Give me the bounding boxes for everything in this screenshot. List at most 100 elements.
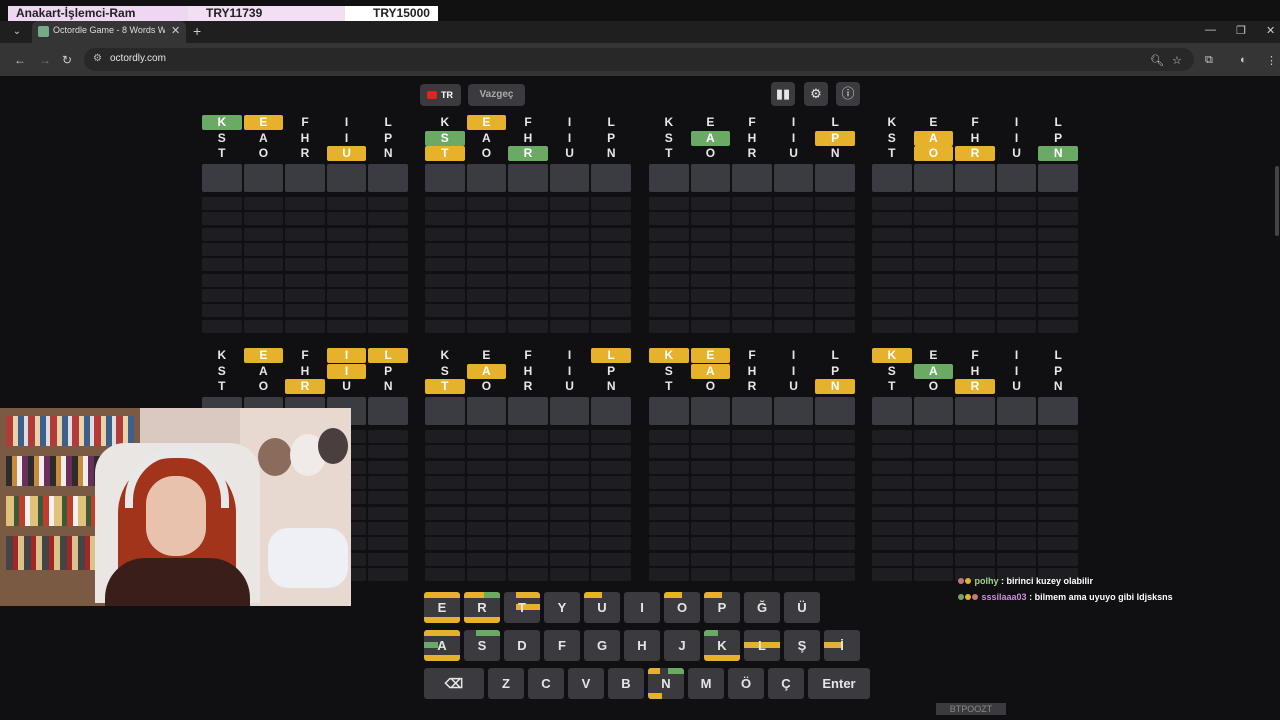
empty-tile: [549, 243, 590, 257]
key-m[interactable]: M: [688, 668, 724, 699]
empty-tile: [326, 273, 367, 287]
empty-tile: [549, 212, 590, 226]
key-u[interactable]: U: [584, 592, 620, 623]
letter-tile: S: [664, 363, 673, 378]
backspace-key[interactable]: ⌫: [424, 668, 484, 699]
key-ö[interactable]: Ö: [728, 668, 764, 699]
tab-search-icon[interactable]: ⌄: [10, 25, 24, 39]
letter-tile: R: [747, 379, 757, 394]
key-y[interactable]: Y: [544, 592, 580, 623]
empty-tile: [466, 521, 507, 535]
empty-tile: [1038, 460, 1078, 474]
key-a[interactable]: A: [424, 630, 460, 661]
letter-tile: I: [1014, 115, 1019, 129]
empty-tile: [466, 397, 507, 426]
bar-chart-icon[interactable]: ▮▮: [771, 82, 795, 106]
letter-tile: A: [482, 130, 491, 145]
give-up-button[interactable]: Vazgeç: [468, 84, 525, 106]
key-k[interactable]: K: [704, 630, 740, 661]
key-l[interactable]: L: [744, 630, 780, 661]
menu-dots-icon[interactable]: ⋮: [1266, 54, 1277, 67]
key-ğ[interactable]: Ğ: [744, 592, 780, 623]
key-t[interactable]: T: [504, 592, 540, 623]
empty-tile: [466, 430, 507, 444]
empty-tile: [466, 243, 507, 257]
empty-row: [649, 197, 855, 211]
key-s[interactable]: S: [464, 630, 500, 661]
key-j[interactable]: J: [664, 630, 700, 661]
new-tab-icon[interactable]: +: [193, 23, 201, 39]
key-i[interactable]: I: [624, 592, 660, 623]
key-g[interactable]: G: [584, 630, 620, 661]
key-r[interactable]: R: [464, 592, 500, 623]
key-i̇[interactable]: İ: [824, 630, 860, 661]
empty-tile: [996, 476, 1037, 490]
empty-tile: [202, 319, 242, 333]
empty-tile: [732, 227, 772, 241]
empty-tile: [955, 288, 995, 302]
key-d[interactable]: D: [504, 630, 540, 661]
key-ş[interactable]: Ş: [784, 630, 820, 661]
key-ü[interactable]: Ü: [784, 592, 820, 623]
profile-icon[interactable]: ◐: [1240, 54, 1247, 66]
empty-tile: [591, 304, 631, 318]
empty-tile: [690, 445, 731, 459]
key-o[interactable]: O: [664, 592, 700, 623]
extensions-icon[interactable]: ⧉: [1205, 54, 1213, 67]
key-n[interactable]: N: [648, 668, 684, 699]
minimize-icon[interactable]: —: [1205, 24, 1216, 36]
key-e[interactable]: E: [424, 592, 460, 623]
empty-tile: [368, 304, 408, 318]
key-z[interactable]: Z: [488, 668, 524, 699]
back-icon[interactable]: ←: [14, 53, 26, 67]
empty-row: [872, 430, 1078, 444]
letter-tile: P: [831, 363, 840, 378]
scrollbar[interactable]: [1275, 166, 1279, 236]
key-v[interactable]: V: [568, 668, 604, 699]
bookmark-star-icon[interactable]: ☆: [1172, 54, 1182, 67]
empty-tile: [815, 506, 855, 520]
empty-tile: [649, 288, 689, 302]
close-window-icon[interactable]: ✕: [1266, 24, 1275, 37]
badge-icon: [965, 578, 971, 584]
empty-tile: [285, 212, 325, 226]
zoom-icon[interactable]: 🔍︎: [1150, 54, 1164, 67]
empty-row: [872, 319, 1078, 333]
url-field[interactable]: ⚙ octordly.com: [84, 48, 1194, 71]
empty-tile: [996, 430, 1037, 444]
info-icon[interactable]: ⓘ: [836, 82, 860, 106]
empty-tile: [913, 552, 954, 566]
key-h[interactable]: H: [624, 630, 660, 661]
empty-row: [649, 258, 855, 272]
key-ç[interactable]: Ç: [768, 668, 804, 699]
empty-tile: [368, 552, 408, 566]
restore-icon[interactable]: ❐: [1236, 24, 1246, 37]
letter-tile: H: [970, 363, 980, 378]
empty-tile: [690, 227, 731, 241]
empty-tile: [368, 445, 408, 459]
letter-tile: N: [815, 379, 855, 395]
empty-tile: [368, 506, 408, 520]
key-b[interactable]: B: [608, 668, 644, 699]
close-tab-icon[interactable]: ✕: [171, 24, 180, 37]
reload-icon[interactable]: ↻: [62, 53, 72, 67]
empty-tile: [202, 197, 242, 211]
empty-tile: [955, 521, 995, 535]
gear-icon[interactable]: ⚙: [804, 82, 828, 106]
forward-icon[interactable]: →: [39, 53, 51, 67]
letter-tile: I: [791, 130, 796, 145]
key-p[interactable]: P: [704, 592, 740, 623]
empty-tile: [732, 288, 772, 302]
empty-tile: [649, 197, 689, 211]
letter-tile: U: [789, 379, 798, 394]
site-info-icon[interactable]: ⚙: [93, 53, 102, 64]
language-button[interactable]: TR: [420, 84, 461, 106]
key-c[interactable]: C: [528, 668, 564, 699]
empty-tile: [326, 258, 367, 272]
enter-key[interactable]: Enter: [808, 668, 870, 699]
browser-tab[interactable]: Octordle Game - 8 Words Word... ✕: [32, 21, 186, 43]
key-f[interactable]: F: [544, 630, 580, 661]
letter-tile: K: [440, 115, 450, 129]
empty-tile: [732, 212, 772, 226]
letter-tile: I: [326, 363, 367, 379]
